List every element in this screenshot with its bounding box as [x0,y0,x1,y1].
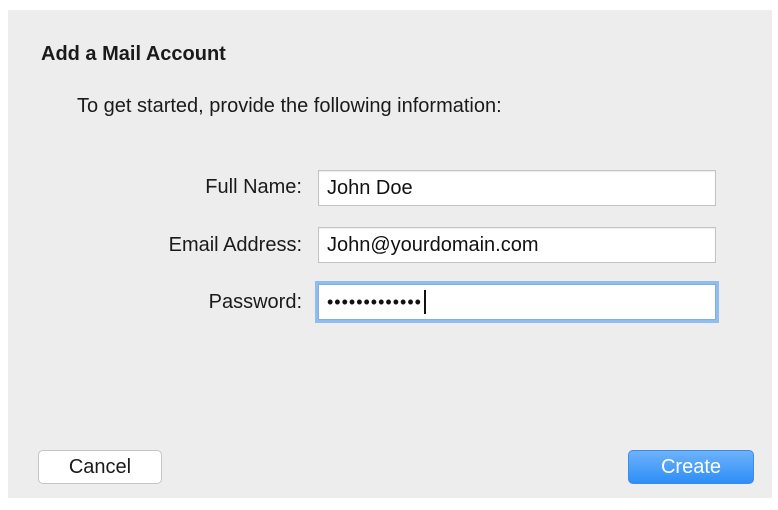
full-name-field[interactable] [318,170,716,206]
password-masked-text: ••••••••••••• [327,292,422,312]
dialog-title: Add a Mail Account [41,43,226,65]
cancel-button[interactable]: Cancel [38,450,162,484]
text-cursor [423,290,426,314]
password-label: Password: [208,291,302,313]
create-button[interactable]: Create [628,450,754,484]
full-name-label: Full Name: [205,176,302,198]
add-mail-account-dialog: Add a Mail Account To get started, provi… [8,10,772,498]
email-address-field[interactable] [318,227,716,263]
email-address-label: Email Address: [168,234,302,256]
password-field[interactable]: ••••••••••••• [318,284,716,320]
dialog-instructions: To get started, provide the following in… [77,95,502,117]
